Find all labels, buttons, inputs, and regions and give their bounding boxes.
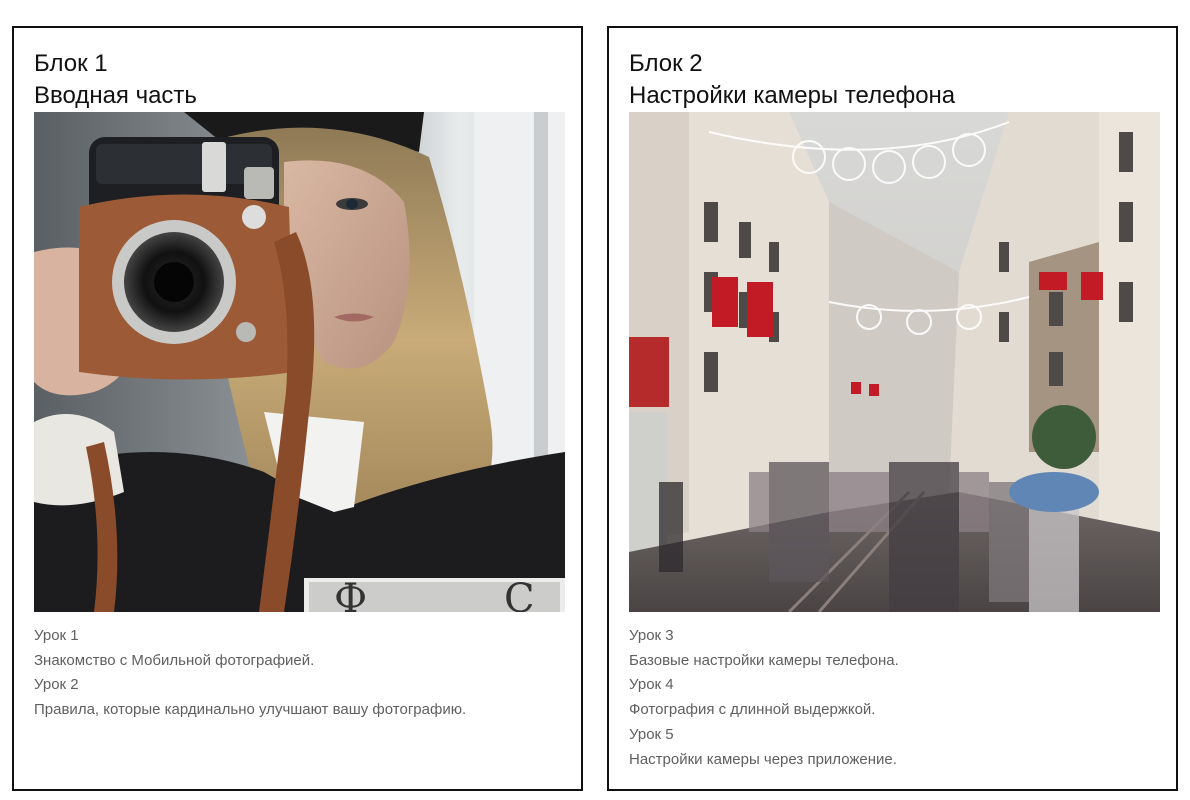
- block-photo-rainy-street: [629, 112, 1160, 612]
- lesson-label: Урок 5: [629, 725, 674, 743]
- lesson-list: Урок 1 Знакомство с Мобильной фотографие…: [34, 624, 565, 723]
- lesson-item: Урок 2 Правила, которые кардинально улуч…: [34, 673, 565, 722]
- block-label: Блок 2: [629, 50, 703, 77]
- block-title: Настройки камеры телефона: [629, 82, 956, 109]
- lesson-item: Урок 3 Базовые настройки камеры телефона…: [629, 624, 1160, 673]
- lesson-description: Настройки камеры через приложение.: [629, 750, 897, 768]
- svg-text:Ф: Ф: [334, 576, 367, 612]
- lesson-description: Фотография с длинной выдержкой.: [629, 701, 876, 719]
- lesson-item: Урок 5 Настройки камеры через приложение…: [629, 723, 1160, 772]
- lesson-description: Базовые настройки камеры телефона.: [629, 651, 899, 669]
- svg-text:С: С: [504, 576, 535, 612]
- course-block-card-1: Блок 1 Вводная часть Ф С Урок 1 Знакомст…: [12, 26, 583, 791]
- lesson-label: Урок 4: [629, 676, 674, 694]
- course-block-card-2: Блок 2 Настройки камеры телефона Урок 3 …: [607, 26, 1178, 791]
- block-title: Вводная часть: [34, 82, 197, 109]
- lesson-list: Урок 3 Базовые настройки камеры телефона…: [629, 624, 1160, 772]
- lesson-item: Урок 4 Фотография с длинной выдержкой.: [629, 673, 1160, 722]
- lesson-item: Урок 1 Знакомство с Мобильной фотографие…: [34, 624, 565, 673]
- lesson-label: Урок 3: [629, 627, 674, 644]
- lesson-description: Знакомство с Мобильной фотографией.: [34, 651, 315, 669]
- block-photo-camera-selfie: Ф С: [34, 112, 565, 612]
- block-label: Блок 1: [34, 50, 108, 77]
- lesson-description: Правила, которые кардинально улучшают ва…: [34, 701, 467, 719]
- block-heading: Блок 2 Настройки камеры телефона: [629, 48, 955, 112]
- lesson-label: Урок 1: [34, 627, 79, 644]
- lesson-label: Урок 2: [34, 676, 79, 694]
- block-heading: Блок 1 Вводная часть: [34, 48, 197, 112]
